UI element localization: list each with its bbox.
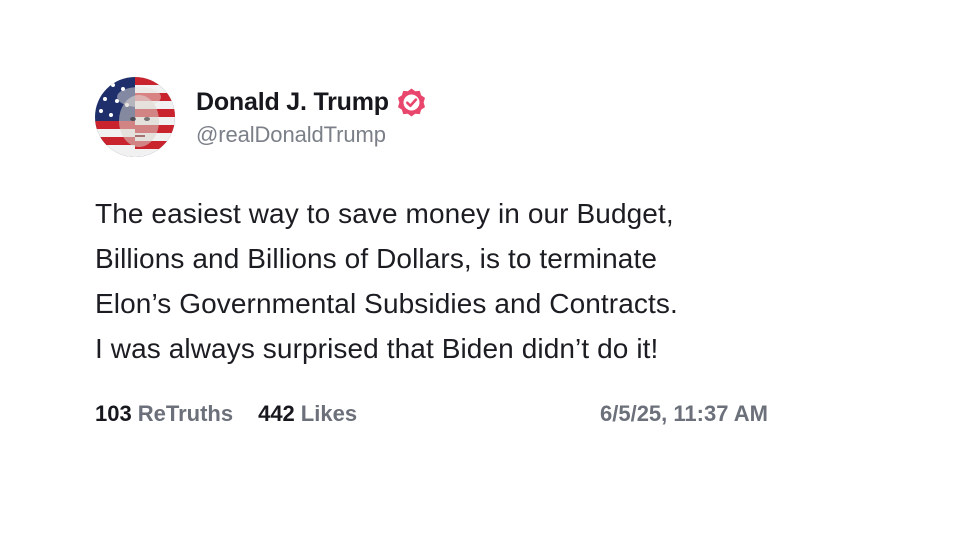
avatar[interactable] [95,77,175,157]
post-body-line: The easiest way to save money in our Bud… [95,198,674,229]
likes-count: 442 [258,401,295,426]
likes-stat[interactable]: 442 Likes [258,401,357,427]
author-names: Donald J. Trump @realDonaldTrump [196,86,427,148]
post-body-line: Elon’s Governmental Subsidies and Contra… [95,288,678,319]
author-display-name[interactable]: Donald J. Trump [196,88,389,117]
post-timestamp[interactable]: 6/5/25, 11:37 AM [600,401,768,427]
retruths-label: ReTruths [137,401,234,426]
likes-label: Likes [300,401,358,426]
post-body: The easiest way to save money in our Bud… [95,191,855,371]
post-card: Donald J. Trump @realDonaldTrump The eas… [95,76,855,429]
retruths-stat[interactable]: 103 ReTruths [95,401,233,427]
post-body-line: Billions and Billions of Dollars, is to … [95,243,658,274]
post-body-line: I was always surprised that Biden didn’t… [95,333,659,364]
author-handle[interactable]: @realDonaldTrump [196,122,427,148]
verified-badge-icon [396,87,427,118]
author-name-row: Donald J. Trump [196,86,427,118]
post-header: Donald J. Trump @realDonaldTrump [95,76,855,158]
post-stats: 103 ReTruths 442 Likes 6/5/25, 11:37 AM [95,399,855,429]
retruths-count: 103 [95,401,132,426]
avatar-image [95,77,175,157]
